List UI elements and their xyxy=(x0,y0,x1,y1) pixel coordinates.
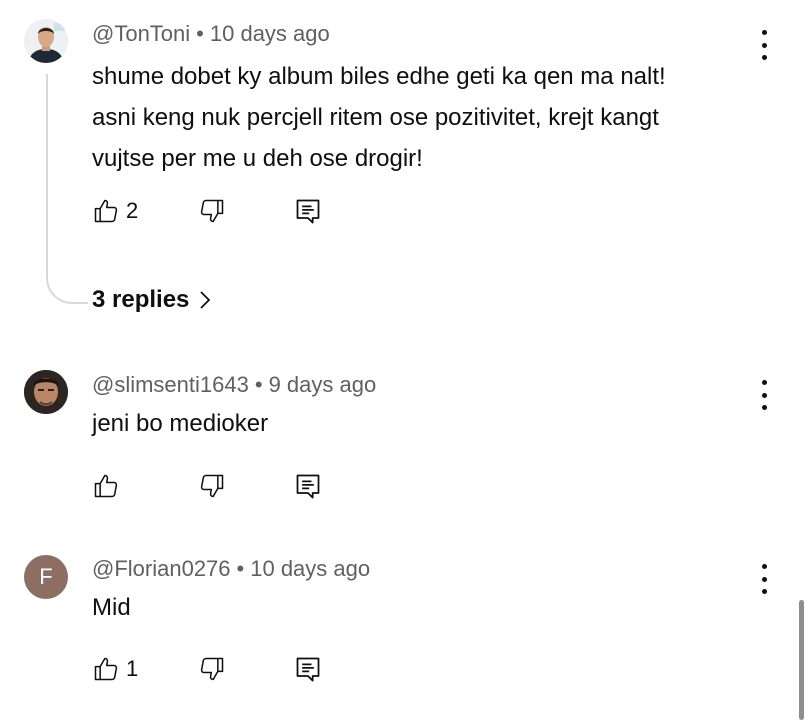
comment-text: jeni bo medioker xyxy=(92,403,772,444)
comment-text: Mid xyxy=(92,587,772,628)
avatar[interactable]: F xyxy=(24,555,68,599)
like-button[interactable]: 2 xyxy=(92,196,138,226)
comment-meta: @TonToni • 10 days ago xyxy=(92,21,330,47)
thumbs-down-icon xyxy=(200,199,224,223)
dislike-button[interactable] xyxy=(198,471,226,501)
comment-text-line: Mid xyxy=(92,594,131,621)
timestamp[interactable]: 10 days ago xyxy=(210,21,330,46)
separator: • xyxy=(236,556,245,581)
replies-label: 3 replies xyxy=(92,286,190,313)
reply-button[interactable] xyxy=(294,196,322,226)
avatar[interactable] xyxy=(24,19,68,63)
timestamp[interactable]: 9 days ago xyxy=(269,372,377,397)
scrollbar[interactable] xyxy=(799,600,804,720)
comment-text-line: vujtse per me u deh ose drogir! xyxy=(92,145,423,172)
thumbs-down-icon xyxy=(200,657,224,681)
timestamp[interactable]: 10 days ago xyxy=(250,556,370,581)
like-button[interactable]: 1 xyxy=(92,654,138,684)
comment-meta: @Florian0276 • 10 days ago xyxy=(92,556,370,582)
comment-text: shume dobet ky album biles edhe geti ka … xyxy=(92,56,772,179)
author-name[interactable]: @TonToni xyxy=(92,21,190,46)
reply-icon xyxy=(296,199,320,224)
separator: • xyxy=(254,372,263,397)
comment-text-line: jeni bo medioker xyxy=(92,410,269,437)
thumbs-up-icon xyxy=(94,474,118,498)
avatar-letter: F xyxy=(39,564,53,589)
replies-button[interactable]: 3 replies xyxy=(92,286,211,314)
user-photo-icon xyxy=(24,19,68,63)
thumbs-up-icon xyxy=(94,657,118,681)
reply-button[interactable] xyxy=(294,654,322,684)
reply-icon xyxy=(296,474,320,499)
dislike-button[interactable] xyxy=(198,196,226,226)
reply-button[interactable] xyxy=(294,471,322,501)
thumbs-up-icon xyxy=(94,199,118,223)
thumbs-down-icon xyxy=(200,474,224,498)
thread-connector xyxy=(46,74,88,304)
author-name[interactable]: @slimsenti1643 xyxy=(92,372,249,397)
dislike-button[interactable] xyxy=(198,654,226,684)
user-photo-icon xyxy=(24,370,68,414)
comment-meta: @slimsenti1643 • 9 days ago xyxy=(92,372,376,398)
avatar[interactable] xyxy=(24,370,68,414)
author-name[interactable]: @Florian0276 xyxy=(92,556,231,581)
reply-icon xyxy=(296,657,320,682)
comment-text-line: shume dobet ky album biles edhe geti ka … xyxy=(92,63,666,90)
chevron-right-icon xyxy=(200,291,211,309)
comment-text-line: asni keng nuk percjell ritem ose pozitiv… xyxy=(92,104,659,131)
like-button[interactable] xyxy=(92,471,126,501)
like-count: 1 xyxy=(126,656,139,681)
like-count: 2 xyxy=(126,198,139,223)
separator: • xyxy=(196,21,204,46)
